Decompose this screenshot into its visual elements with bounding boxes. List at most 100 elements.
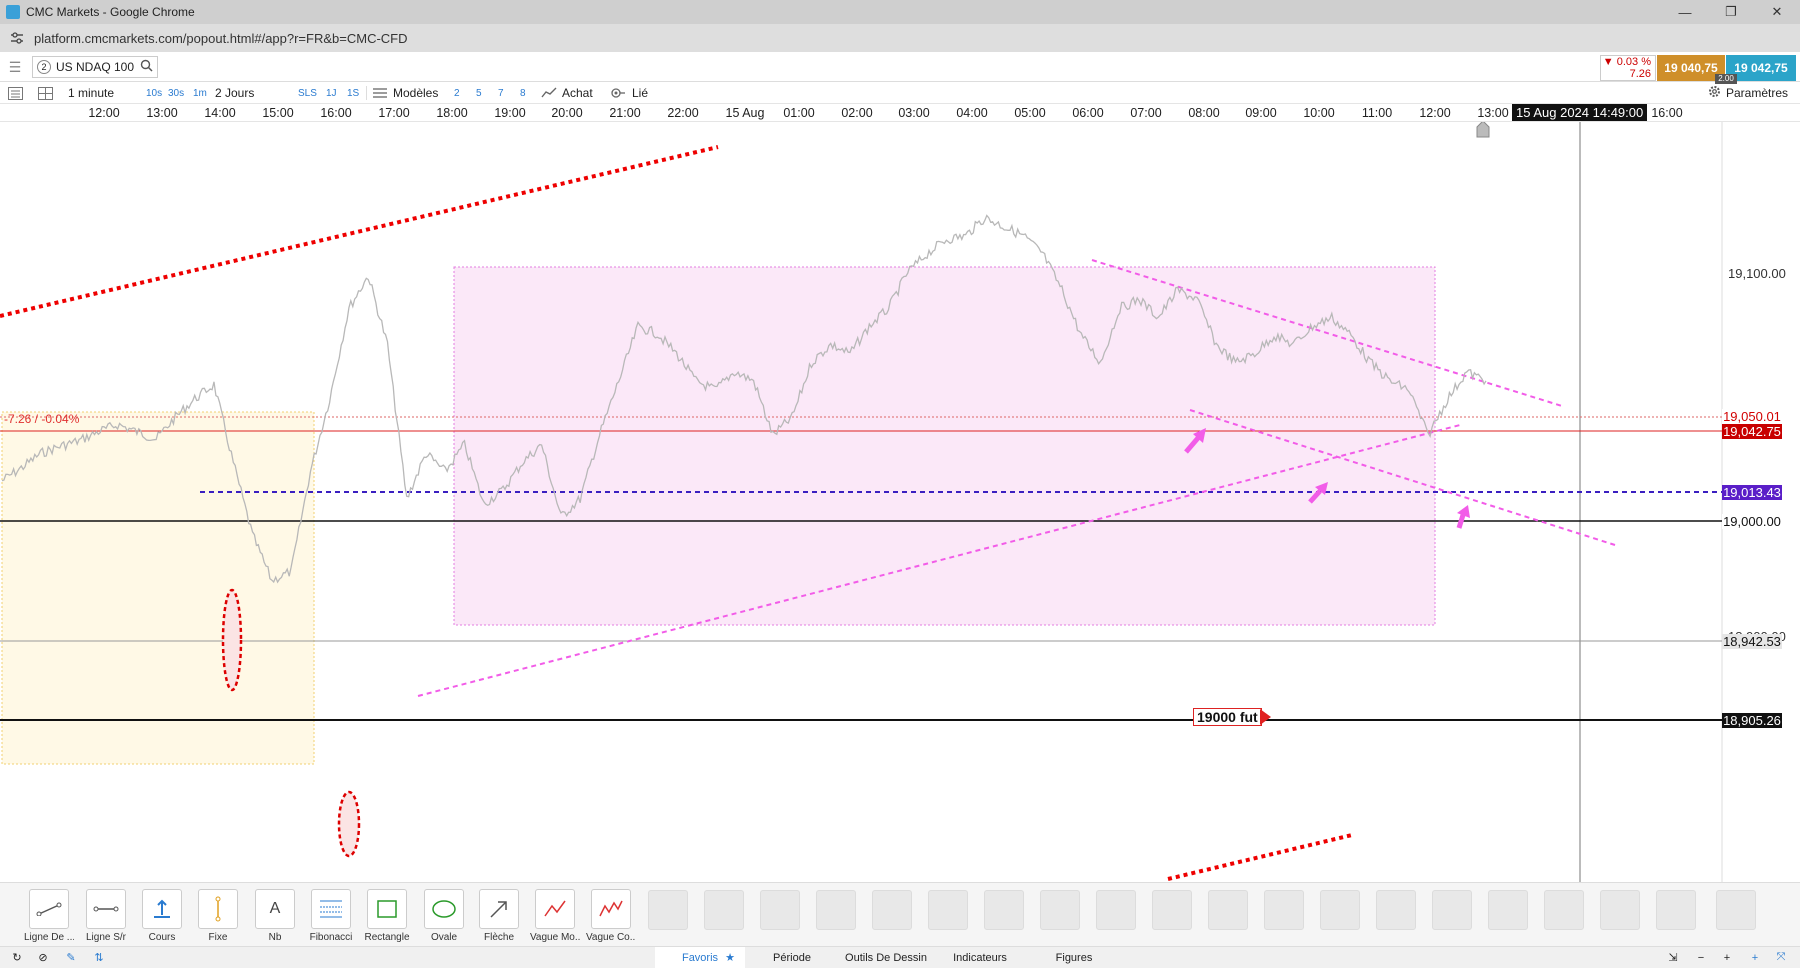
instrument-search[interactable]: 2 US NDAQ 100 (32, 56, 158, 78)
tool-label: Ligne S/r (85, 932, 127, 943)
tool-label: Cours (148, 932, 176, 943)
layout-7[interactable]: 7 (498, 85, 504, 101)
crosshair-icon[interactable]: + (1746, 947, 1764, 968)
star-icon[interactable]: ★ (720, 947, 740, 968)
price-chart[interactable]: -7.26 / -0.04% 19000 fut 19,100.00 18,90… (0, 122, 1800, 882)
tool-label: Ovale (430, 932, 458, 943)
empty-tool-slot[interactable] (816, 890, 856, 930)
chart-list-icon[interactable] (8, 85, 23, 101)
empty-tool-slot[interactable] (704, 890, 744, 930)
range-select[interactable]: 2 Jours (215, 85, 254, 101)
disable-icon[interactable]: ⊘ (34, 947, 52, 968)
empty-tool-slot[interactable] (872, 890, 912, 930)
range-sls[interactable]: SLS (298, 85, 317, 101)
search-icon[interactable] (140, 59, 153, 75)
restore-button[interactable]: ❐ (1708, 0, 1754, 24)
zoom-in-icon[interactable]: + (1718, 947, 1736, 968)
vertical-line-icon (198, 889, 238, 929)
zoom-out-icon[interactable]: − (1692, 947, 1710, 968)
tool-fixed[interactable]: Fixe (193, 889, 243, 943)
range-1s[interactable]: 1S (347, 85, 359, 101)
tune-icon[interactable] (8, 29, 26, 47)
tool-label: Vague Co... (586, 932, 636, 943)
tool-label: Nb (268, 932, 282, 943)
empty-tool-slot[interactable] (1716, 890, 1756, 930)
address-bar: platform.cmcmarkets.com/popout.html#/app… (0, 24, 1800, 52)
templates-button[interactable]: Modèles (393, 85, 438, 101)
empty-tool-slot[interactable] (1376, 890, 1416, 930)
tool-wave-corrective[interactable]: Vague Co... (586, 889, 636, 943)
tool-arrow[interactable]: Flèche (474, 889, 524, 943)
gear-icon (1708, 85, 1721, 101)
wave-corrective-icon (591, 889, 631, 929)
tab-indicators[interactable]: Indicateurs (934, 947, 1026, 968)
price-marker-icon (142, 889, 182, 929)
fut-level-label[interactable]: 19000 fut (1193, 708, 1262, 726)
empty-tool-slot[interactable] (1600, 890, 1640, 930)
tool-fibonacci[interactable]: Fibonacci (306, 889, 356, 943)
pink-consolidation-zone[interactable] (453, 266, 1436, 626)
tab-period[interactable]: Période (746, 947, 838, 968)
oval-marker[interactable] (337, 790, 361, 858)
price-type-icon[interactable] (541, 85, 557, 101)
settings-label: Paramètres (1725, 86, 1788, 100)
linked-button[interactable]: Lié (632, 85, 648, 101)
tab-drawing-tools[interactable]: Outils De Dessin (838, 947, 934, 968)
minimize-button[interactable]: — (1662, 0, 1708, 24)
empty-tool-slot[interactable] (760, 890, 800, 930)
empty-tool-slot[interactable] (1320, 890, 1360, 930)
url-text[interactable]: platform.cmcmarkets.com/popout.html#/app… (34, 31, 408, 46)
range-1j[interactable]: 1J (326, 85, 337, 101)
tool-note[interactable]: A Nb (250, 889, 300, 943)
tool-oval[interactable]: Ovale (419, 889, 469, 943)
empty-tool-slot[interactable] (648, 890, 688, 930)
tool-trend-line[interactable]: Ligne De ... (24, 889, 74, 943)
empty-tool-slot[interactable] (1152, 890, 1192, 930)
layout-2[interactable]: 2 (454, 85, 460, 101)
layout-5[interactable]: 5 (476, 85, 482, 101)
empty-tool-slot[interactable] (1264, 890, 1304, 930)
tool-price[interactable]: Cours (137, 889, 187, 943)
empty-tool-slot[interactable] (928, 890, 968, 930)
expand-icon[interactable]: ⤧ (1772, 947, 1790, 968)
yellow-zone[interactable] (1, 411, 315, 765)
arrow-marker[interactable] (1456, 505, 1470, 529)
layout-grid-icon[interactable] (38, 85, 53, 101)
interval-30s[interactable]: 30s (168, 85, 184, 101)
chart-canvas[interactable] (0, 122, 1800, 882)
empty-tool-slot[interactable] (984, 890, 1024, 930)
time-label: 16:00 (1651, 106, 1683, 120)
templates-icon[interactable] (373, 85, 387, 101)
price-type-button[interactable]: Achat (562, 85, 593, 101)
empty-tool-slot[interactable] (1544, 890, 1584, 930)
settings-button[interactable]: Paramètres (1708, 85, 1788, 101)
link-icon[interactable] (611, 85, 625, 101)
time-label: 12:00 (1419, 106, 1451, 120)
time-label: 01:00 (783, 106, 815, 120)
close-button[interactable]: ✕ (1754, 0, 1800, 24)
oval-icon (424, 889, 464, 929)
lower-trendline[interactable] (1167, 833, 1353, 881)
refresh-icon[interactable]: ↻ (8, 947, 26, 968)
empty-tool-slot[interactable] (1432, 890, 1472, 930)
oval-marker[interactable] (221, 588, 243, 692)
interval-10s[interactable]: 10s (146, 85, 162, 101)
arrow-icon (479, 889, 519, 929)
interval-1m[interactable]: 1m (193, 85, 207, 101)
empty-tool-slot[interactable] (1656, 890, 1696, 930)
empty-tool-slot[interactable] (1096, 890, 1136, 930)
interval-select[interactable]: 1 minute (68, 85, 114, 101)
zoom-fit-icon[interactable]: ⇲ (1664, 947, 1682, 968)
tool-wave-motive[interactable]: Vague Mo... (530, 889, 580, 943)
magnet-icon[interactable]: ⇅ (90, 947, 108, 968)
layout-8[interactable]: 8 (520, 85, 526, 101)
empty-tool-slot[interactable] (1040, 890, 1080, 930)
menu-icon[interactable]: ☰ (4, 58, 26, 76)
pencil-icon[interactable]: ✎ (62, 947, 80, 968)
empty-tool-slot[interactable] (1208, 890, 1248, 930)
empty-tool-slot[interactable] (1488, 890, 1528, 930)
time-label: 19:00 (494, 106, 526, 120)
tab-figures[interactable]: Figures (1026, 947, 1122, 968)
tool-horizontal-line[interactable]: Ligne S/r (81, 889, 131, 943)
tool-rectangle[interactable]: Rectangle (362, 889, 412, 943)
